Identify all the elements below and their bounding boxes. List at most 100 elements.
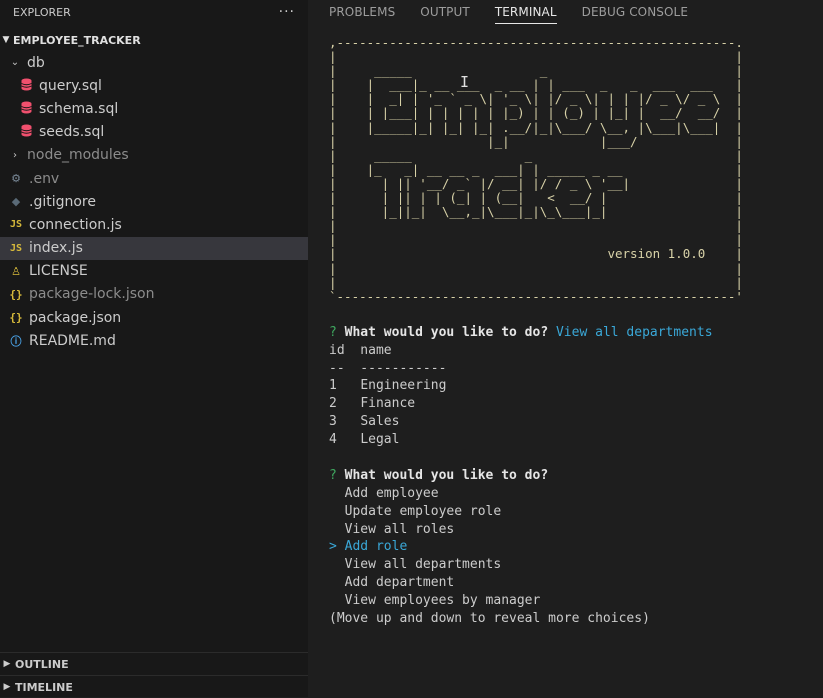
license-icon: ♙ — [11, 264, 21, 278]
row-name: Finance — [360, 396, 416, 412]
database-icon — [18, 78, 34, 94]
tree-item[interactable]: JS index.js — [0, 236, 308, 260]
pointer-gap — [337, 593, 345, 608]
prompt-line-2: ? What would you like to do? — [329, 467, 823, 485]
text-cursor-icon: I — [460, 73, 470, 91]
tree-item[interactable]: {} package.json — [0, 306, 308, 329]
outline-label: OUTLINE — [15, 657, 69, 671]
row-gap — [337, 432, 360, 447]
row-name: Engineering — [360, 378, 447, 394]
row-gap — [337, 378, 360, 393]
tab-problems[interactable]: PROBLEMS — [329, 0, 395, 23]
tree-item[interactable]: JS connection.js — [0, 213, 308, 236]
tree-item-label: .env — [29, 170, 60, 187]
project-name: EMPLOYEE_TRACKER — [13, 33, 141, 47]
choice-list: Add employee Update employee role View a… — [329, 485, 823, 610]
js-icon: JS — [9, 219, 23, 231]
choice-item[interactable]: View all roles — [329, 521, 823, 539]
pointer-spacer — [329, 593, 337, 608]
pointer-spacer — [329, 557, 337, 572]
timeline-label: TIMELINE — [15, 680, 73, 694]
tree-item-label: README.md — [29, 332, 116, 349]
gear-icon: ⚙ — [11, 172, 21, 186]
tree-item[interactable]: ⚙ .env — [0, 167, 308, 190]
info-icon: ⓘ — [10, 334, 22, 348]
row-id: 1 — [329, 378, 337, 394]
tree-item[interactable]: ♙ LICENSE — [0, 260, 308, 283]
choice-label: View all departments — [344, 557, 502, 573]
choice-item[interactable]: Add department — [329, 574, 823, 592]
tree-item-label: package.json — [29, 309, 122, 326]
chevron-down-icon: ⌄ — [10, 57, 20, 69]
choice-item[interactable]: View all departments — [329, 556, 823, 574]
tree-item[interactable]: ⓘ README.md — [0, 329, 308, 352]
tab-debug-console[interactable]: DEBUG CONSOLE — [582, 0, 688, 23]
tab-terminal[interactable]: TERMINAL — [494, 0, 557, 24]
pointer-gap — [337, 486, 345, 501]
tree-item-label: node_modules — [27, 147, 129, 164]
row-gap — [337, 396, 360, 411]
prompt-mark: ? — [329, 467, 337, 483]
json-icon: {} — [9, 287, 23, 301]
tree-item-label: .gitignore — [29, 193, 96, 210]
choice-label: Update employee role — [344, 503, 502, 519]
choice-item[interactable]: View employees by manager — [329, 592, 823, 610]
choice-label: View employees by manager — [344, 593, 541, 609]
project-root[interactable]: ▼ EMPLOYEE_TRACKER — [0, 29, 308, 51]
explorer-sidebar: EXPLORER ··· ▼ EMPLOYEE_TRACKER ⌄ db query… — [0, 0, 308, 697]
row-name: Legal — [360, 432, 400, 448]
pointer-gap — [337, 504, 345, 519]
prompt-mark: ? — [329, 324, 337, 340]
json-icon: {} — [9, 311, 23, 325]
chevron-right-icon: › — [13, 149, 17, 161]
tree-item[interactable]: query.sql — [0, 74, 308, 97]
terminal[interactable]: ,---------------------------------------… — [329, 35, 823, 628]
choice-item[interactable]: > Add role — [329, 538, 823, 556]
choice-item[interactable]: Update employee role — [329, 503, 823, 521]
tree-item-label: connection.js — [29, 216, 122, 233]
row-gap — [337, 414, 360, 429]
tree-item[interactable]: › node_modules — [0, 144, 308, 167]
tree-item-label: package-lock.json — [29, 286, 155, 303]
git-icon: ◆ — [11, 195, 21, 209]
tree-item-label: index.js — [29, 240, 83, 257]
tree-item[interactable]: ◆ .gitignore — [0, 190, 308, 213]
database-icon — [18, 101, 34, 117]
row-id: 4 — [329, 432, 337, 448]
prompt-answer: View all departments — [555, 324, 713, 340]
choices-hint: (Move up and down to reveal more choices… — [329, 611, 650, 627]
timeline-section[interactable]: ▶ TIMELINE — [0, 675, 308, 698]
tree-item[interactable]: seeds.sql — [0, 121, 308, 144]
choice-label: Add department — [344, 575, 455, 591]
panel: PROBLEMS OUTPUT TERMINAL DEBUG CONSOLE ,---… — [308, 0, 823, 697]
explorer-header: EXPLORER ··· — [0, 0, 308, 24]
tree-item[interactable]: {} package-lock.json — [0, 283, 308, 306]
prompt-line-1: ? What would you like to do? View all de… — [329, 324, 823, 342]
table-row: 2 Finance — [329, 395, 823, 413]
table-row: 1 Engineering — [329, 377, 823, 395]
choice-label: Add role — [344, 539, 408, 555]
database-icon — [18, 124, 34, 140]
tree-item[interactable]: schema.sql — [0, 97, 308, 120]
pointer-icon: > — [329, 539, 337, 555]
department-table: 1 Engineering 2 Finance 3 Sales 4 Legal — [329, 377, 823, 449]
row-name: Sales — [360, 414, 400, 430]
chevron-down-icon: ▼ — [2, 35, 10, 45]
tab-output[interactable]: OUTPUT — [420, 0, 470, 23]
pointer-gap — [337, 539, 345, 554]
pointer-spacer — [329, 522, 337, 537]
outline-section[interactable]: ▶ OUTLINE — [0, 652, 308, 675]
tree-item-label: LICENSE — [29, 263, 88, 280]
tree-item-label: query.sql — [39, 77, 102, 94]
tree-item-label: schema.sql — [39, 100, 119, 117]
pointer-spacer — [329, 486, 337, 501]
row-id: 3 — [329, 414, 337, 430]
table-row: 3 Sales — [329, 413, 823, 431]
tree-item[interactable]: ⌄ db — [0, 51, 308, 74]
more-actions-icon[interactable]: ··· — [279, 4, 295, 20]
tree-item-label: db — [27, 54, 45, 71]
js-icon: JS — [9, 242, 23, 254]
chevron-right-icon: ▶ — [3, 659, 11, 669]
choice-item[interactable]: Add employee — [329, 485, 823, 503]
